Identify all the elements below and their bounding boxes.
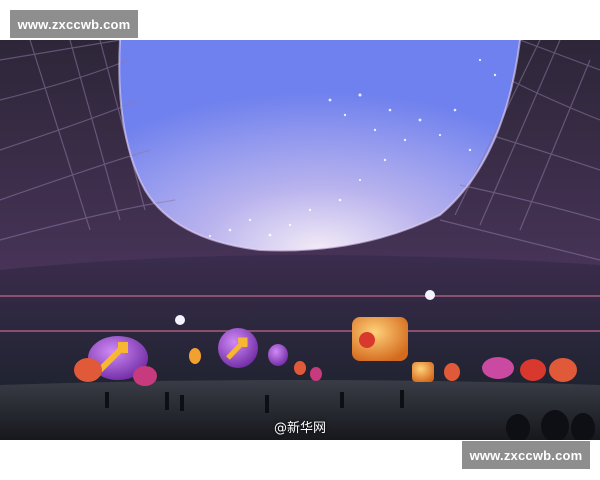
watermark-bottom: www.zxccwb.com — [462, 441, 590, 469]
photo-credit: @新华网 — [273, 421, 326, 436]
stadium-photo — [0, 40, 600, 440]
watermark-top: www.zxccwb.com — [10, 10, 138, 38]
